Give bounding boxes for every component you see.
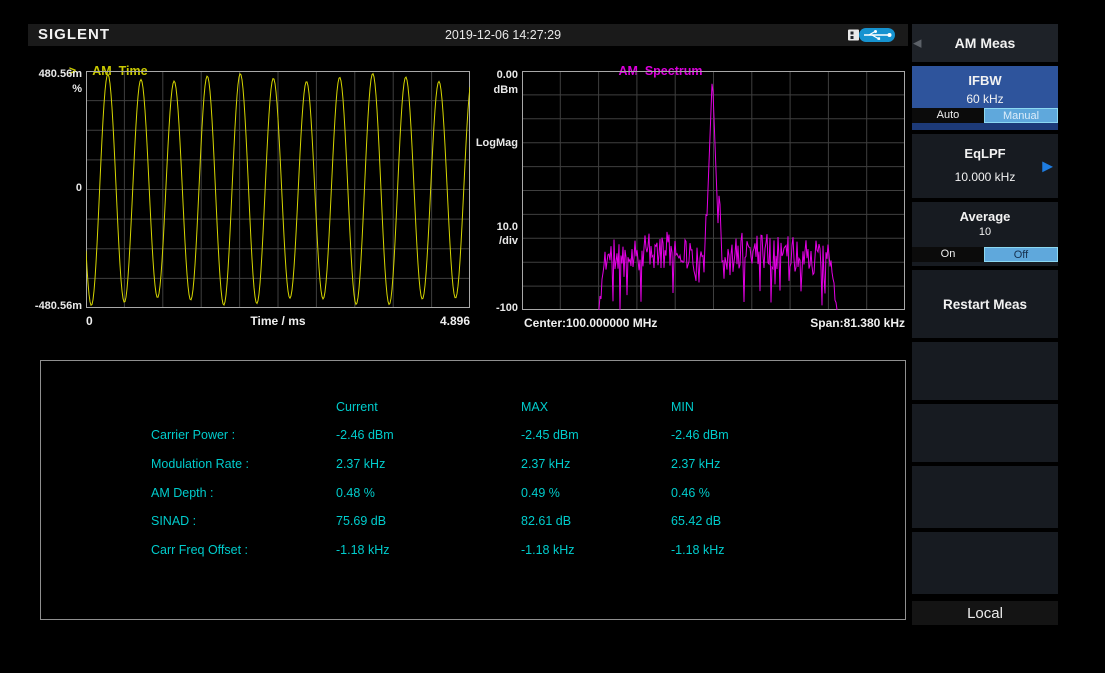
analyzer-screen: SIGLENT 2019-12-06 14:27:29 >AM Time 480…	[28, 24, 1058, 625]
spec-div-unit-label: /div	[462, 235, 518, 247]
softkey-ifbw[interactable]: IFBW 60 kHz Auto Manual	[912, 66, 1058, 130]
spec-scale-type-label: LogMag	[462, 137, 518, 149]
table-cell: Carrier Power :	[151, 428, 235, 442]
table-cell: 75.69 dB	[336, 514, 386, 528]
time-y-zero-label: 0	[26, 182, 82, 194]
table-cell: -1.18 kHz	[336, 543, 390, 557]
local-button[interactable]: Local	[912, 601, 1058, 625]
table-row: Carrier Power : -2.46 dBm -2.45 dBm -2.46 d…	[41, 428, 905, 448]
spec-span-label: Span:81.380 kHz	[810, 316, 905, 330]
left-triangle-icon: ◀	[913, 37, 921, 50]
time-x-axis-label: Time / ms	[86, 314, 470, 328]
spec-center-freq-label: Center:100.000000 MHz	[524, 316, 657, 330]
table-cell: -2.45 dBm	[521, 428, 579, 442]
table-cell: -2.46 dBm	[336, 428, 394, 442]
average-on-off-toggle: On Off	[912, 247, 1058, 262]
ifbw-accent-strip	[912, 123, 1058, 130]
menu-header-am-meas: ◀ AM Meas	[912, 24, 1058, 62]
datetime-display: 2019-12-06 14:27:29	[445, 28, 561, 42]
ifbw-auto-manual-toggle: Auto Manual	[912, 108, 1058, 123]
table-cell: 0.46 %	[671, 486, 710, 500]
time-x-end-label: 4.896	[440, 314, 470, 328]
top-status-bar: SIGLENT 2019-12-06 14:27:29	[28, 24, 908, 46]
table-cell: 2.37 kHz	[671, 457, 720, 471]
table-row: SINAD : 75.69 dB 82.61 dB 65.42 dB	[41, 514, 905, 534]
table-cell: Carr Freq Offset :	[151, 543, 248, 557]
table-row: Carr Freq Offset : -1.18 kHz -1.18 kHz -1.1…	[41, 543, 905, 563]
table-cell: MIN	[671, 400, 694, 414]
softkey-blank-3	[912, 466, 1058, 528]
table-row: Current MAX MIN	[41, 400, 905, 420]
spec-ref-level-label: 0.00	[462, 69, 518, 81]
spec-ref-unit-label: dBm	[462, 84, 518, 96]
measurement-table: Current MAX MIN Carrier Power : -2.46 dBm -2.…	[40, 360, 906, 620]
table-cell: SINAD :	[151, 514, 196, 528]
table-cell: -1.18 kHz	[521, 543, 575, 557]
table-row: Modulation Rate : 2.37 kHz 2.37 kHz 2.37 kH…	[41, 457, 905, 477]
average-off-option[interactable]: Off	[984, 247, 1058, 262]
ifbw-auto-option[interactable]: Auto	[912, 108, 984, 123]
table-cell: -1.18 kHz	[671, 543, 725, 557]
table-cell: 65.42 dB	[671, 514, 721, 528]
softkey-blank-2	[912, 404, 1058, 462]
ifbw-manual-option[interactable]: Manual	[984, 108, 1058, 123]
time-y-max-label: 480.56m	[26, 68, 82, 80]
spec-y-min-label: -100	[462, 302, 518, 314]
usb-device-icon	[847, 27, 903, 43]
softkey-restart-meas[interactable]: Restart Meas	[912, 270, 1058, 338]
softkey-average[interactable]: Average 10 On Off	[912, 202, 1058, 266]
table-cell: Current	[336, 400, 378, 414]
spec-div-value-label: 10.0	[462, 221, 518, 233]
softkey-eqlpf[interactable]: EqLPF 10.000 kHz ▶	[912, 134, 1058, 198]
am-spectrum-plot: 0.00 dBm LogMag 10.0 /div -100 Center:10…	[522, 71, 905, 310]
softkey-blank-1	[912, 342, 1058, 400]
table-cell: 82.61 dB	[521, 514, 571, 528]
table-cell: -2.46 dBm	[671, 428, 729, 442]
time-y-min-label: -480.56m	[26, 300, 82, 312]
table-cell: MAX	[521, 400, 548, 414]
table-cell: Modulation Rate :	[151, 457, 249, 471]
table-cell: 0.49 %	[521, 486, 560, 500]
am-spectrum-trace	[522, 71, 905, 310]
table-cell: AM Depth :	[151, 486, 214, 500]
table-row: AM Depth : 0.48 % 0.49 % 0.46 %	[41, 486, 905, 506]
table-cell: 2.37 kHz	[521, 457, 570, 471]
average-on-option[interactable]: On	[912, 247, 984, 262]
am-time-plot: 480.56m % 0 -480.56m 0 Time / ms 4.896	[86, 71, 470, 308]
am-time-trace	[86, 71, 470, 308]
softkey-menu: ◀ AM Meas IFBW 60 kHz Auto Manual EqLPF …	[912, 24, 1058, 625]
right-triangle-icon: ▶	[1042, 158, 1053, 175]
table-cell: 2.37 kHz	[336, 457, 385, 471]
time-y-unit-label: %	[26, 83, 82, 95]
softkey-blank-4	[912, 532, 1058, 594]
siglent-logo: SIGLENT	[38, 26, 110, 43]
menu-title: AM Meas	[955, 35, 1016, 51]
table-cell: 0.48 %	[336, 486, 375, 500]
